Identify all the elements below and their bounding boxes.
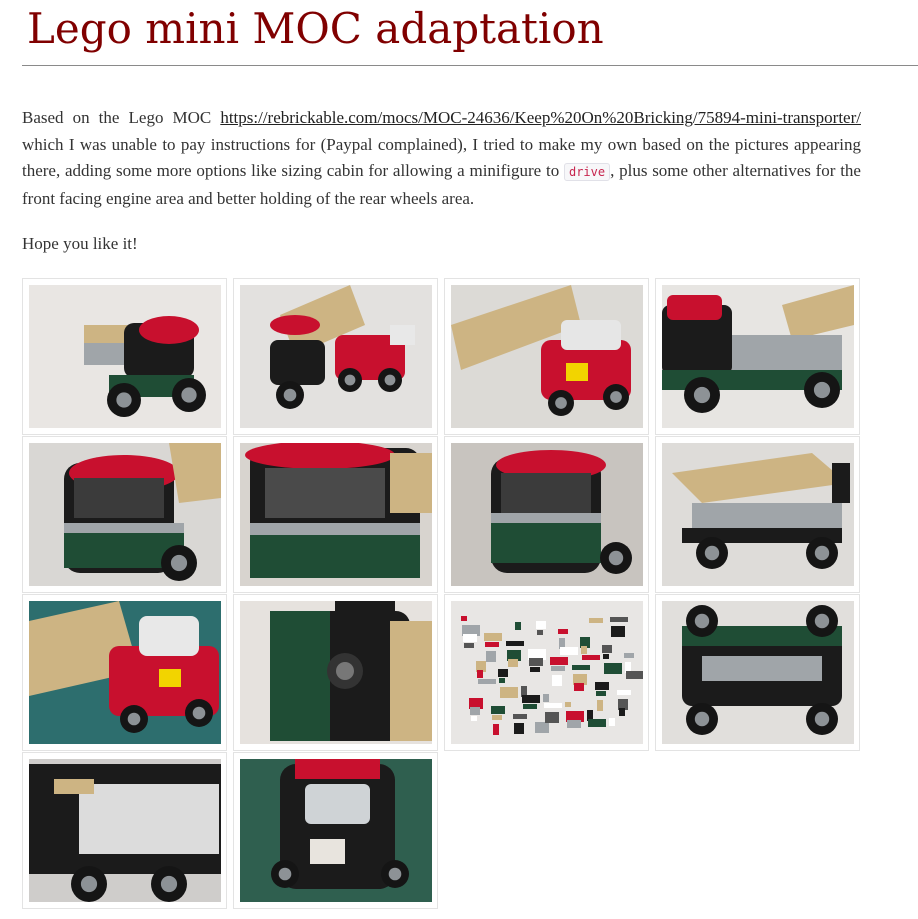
- gallery-photo: [240, 759, 432, 902]
- inline-code-drive: drive: [563, 163, 611, 181]
- gallery-photo: [240, 601, 432, 744]
- intro-text-1: Based on the Lego MOC: [22, 108, 221, 127]
- gallery-photo: [240, 285, 432, 428]
- gallery-thumbnail[interactable]: [233, 278, 438, 435]
- gallery-photo: [451, 285, 643, 428]
- gallery-photo: [451, 443, 643, 586]
- gallery-thumbnail[interactable]: [444, 436, 649, 593]
- gallery-thumbnail[interactable]: [22, 436, 227, 593]
- gallery-photo: [662, 443, 854, 586]
- gallery-thumbnail[interactable]: [22, 594, 227, 751]
- gallery-thumbnail[interactable]: [444, 278, 649, 435]
- gallery-thumbnail[interactable]: [22, 278, 227, 435]
- gallery-photo: [240, 443, 432, 586]
- gallery-photo: [29, 285, 221, 428]
- gallery-thumbnail[interactable]: [233, 752, 438, 909]
- gallery-photo: [29, 759, 221, 902]
- gallery-thumbnail[interactable]: [22, 752, 227, 909]
- gallery-thumbnail[interactable]: [233, 436, 438, 593]
- gallery-photo: [662, 601, 854, 744]
- gallery-thumbnail[interactable]: [233, 594, 438, 751]
- gallery-thumbnail[interactable]: [655, 436, 860, 593]
- intro-paragraph: Based on the Lego MOC https://rebrickabl…: [22, 105, 861, 212]
- gallery-photo: [29, 443, 221, 586]
- moc-link[interactable]: https://rebrickable.com/mocs/MOC-24636/K…: [220, 108, 861, 127]
- gallery-photo: [662, 285, 854, 428]
- gallery-thumbnail[interactable]: [655, 594, 860, 751]
- gallery-photo: [29, 601, 221, 744]
- gallery-thumbnail[interactable]: [444, 594, 649, 751]
- photo-gallery: [22, 278, 866, 909]
- closing-line: Hope you like it!: [22, 234, 138, 253]
- gallery-thumbnail[interactable]: [655, 278, 860, 435]
- title-divider: [22, 65, 918, 66]
- gallery-photo: [451, 601, 643, 744]
- page-title: Lego mini MOC adaptation: [27, 4, 604, 53]
